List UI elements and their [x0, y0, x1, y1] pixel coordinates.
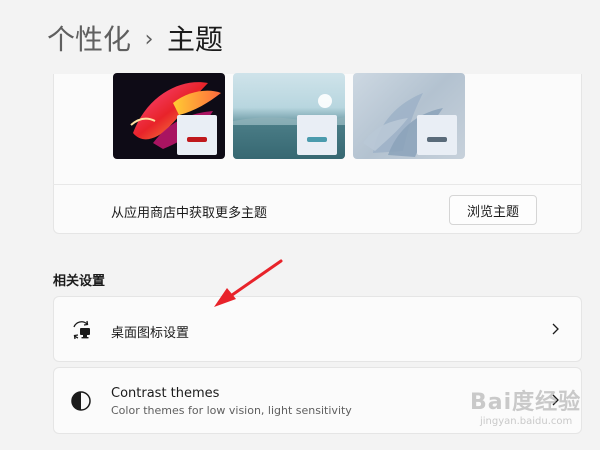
- page-title: 主题: [167, 23, 224, 56]
- accent-bar: [307, 137, 327, 142]
- theme-thumbnail-captured-motion[interactable]: [233, 73, 345, 159]
- watermark-logo: Bai度经验: [470, 390, 582, 415]
- contrast-themes-title: Contrast themes: [111, 386, 220, 401]
- settings-page: 个性化 › 主题 从应用商店中获取更多主题 浏览主题 相关设置 桌面图标设置 C…: [0, 0, 600, 450]
- chevron-right-icon: [552, 323, 559, 335]
- contrast-icon: [71, 391, 91, 411]
- breadcrumb: 个性化 › 主题: [47, 20, 223, 60]
- breadcrumb-personalization[interactable]: 个性化: [47, 20, 131, 60]
- store-row: 从应用商店中获取更多主题 浏览主题: [53, 184, 582, 234]
- theme-thumbnail-flow[interactable]: [353, 73, 465, 159]
- accent-bar: [427, 137, 447, 142]
- theme-preview-window: [417, 115, 457, 155]
- store-text: 从应用商店中获取更多主题: [111, 206, 268, 221]
- theme-preview-window: [297, 115, 337, 155]
- theme-preview-window: [177, 115, 217, 155]
- section-label-related: 相关设置: [53, 274, 106, 289]
- desktop-icon-settings-icon: [73, 320, 90, 340]
- breadcrumb-chevron-icon: ›: [144, 27, 154, 52]
- accent-bar: [187, 137, 207, 142]
- browse-themes-button[interactable]: 浏览主题: [449, 195, 537, 225]
- desktop-icon-settings-card[interactable]: 桌面图标设置: [53, 296, 582, 362]
- desktop-icon-settings-title: 桌面图标设置: [111, 326, 190, 341]
- theme-thumbnail-glow[interactable]: [113, 73, 225, 159]
- contrast-themes-subtitle: Color themes for low vision, light sensi…: [111, 404, 352, 417]
- baidu-watermark: Bai度经验 jingyan.baidu.com: [470, 384, 581, 427]
- watermark-url: jingyan.baidu.com: [480, 416, 573, 427]
